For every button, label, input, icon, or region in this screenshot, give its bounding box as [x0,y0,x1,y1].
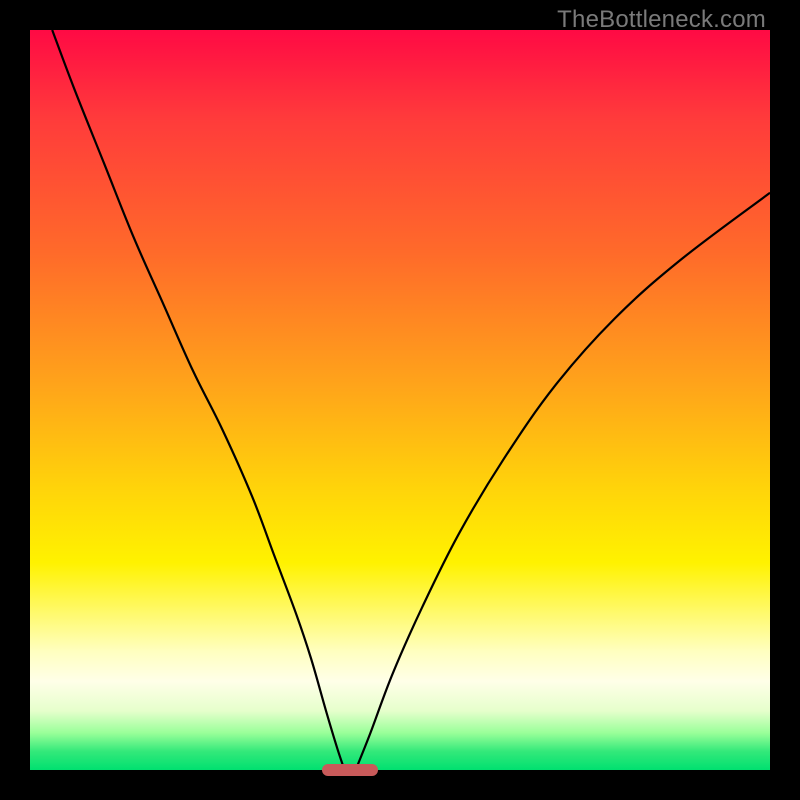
bottleneck-curve [30,30,770,770]
curve-left-branch [52,30,344,770]
curve-right-branch [356,193,770,770]
chart-frame: TheBottleneck.com [0,0,800,800]
optimal-zone-marker [322,764,378,776]
watermark-text: TheBottleneck.com [557,6,766,34]
